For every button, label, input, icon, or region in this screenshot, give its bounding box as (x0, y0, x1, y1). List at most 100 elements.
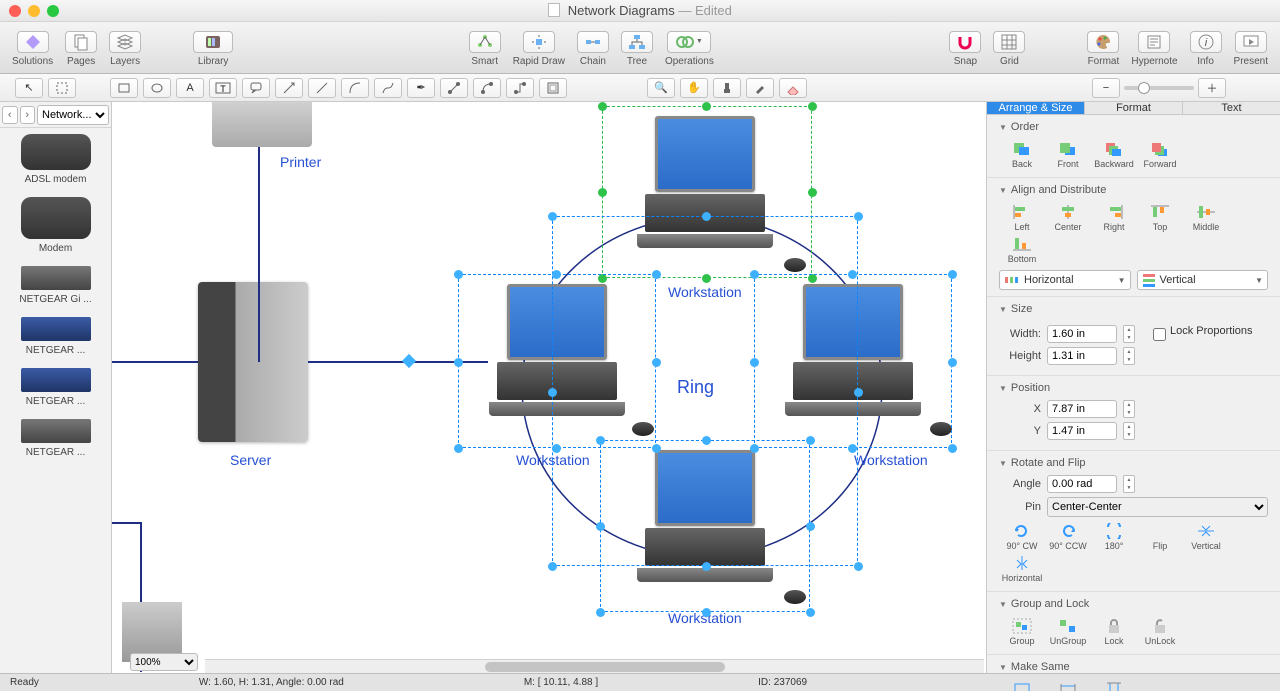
printer-node[interactable] (212, 102, 312, 147)
shape-list[interactable]: ADSL modem Modem NETGEAR Gi ... NETGEAR … (0, 128, 111, 673)
lock-button[interactable]: Lock (1091, 616, 1137, 648)
tree-button[interactable]: Tree (615, 29, 659, 67)
connector2-tool[interactable] (473, 78, 501, 98)
lock-proportions-checkbox[interactable] (1153, 328, 1166, 341)
container-tool[interactable] (539, 78, 567, 98)
arrow-tool[interactable] (275, 78, 303, 98)
format-button[interactable]: Format (1081, 29, 1125, 67)
rapid-draw-button[interactable]: Rapid Draw (507, 29, 571, 67)
angle-field[interactable] (1047, 475, 1117, 493)
window-controls[interactable] (9, 5, 59, 17)
order-forward-button[interactable]: Forward (1137, 139, 1183, 171)
shape-modem[interactable]: Modem (0, 197, 111, 254)
height-field[interactable] (1047, 347, 1117, 365)
drawing-canvas[interactable]: Printer Server Ring Workstation Workstat… (112, 102, 986, 673)
callout-tool[interactable] (242, 78, 270, 98)
server-node[interactable] (198, 282, 308, 442)
library-selector[interactable]: Network... (37, 105, 109, 125)
connector1-tool[interactable] (440, 78, 468, 98)
align-top-button[interactable]: Top (1137, 202, 1183, 234)
rotate-ccw-button[interactable]: 90° CCW (1045, 521, 1091, 553)
arc-tool[interactable] (341, 78, 369, 98)
align-left-button[interactable]: Left (999, 202, 1045, 234)
minimize-window-button[interactable] (28, 5, 40, 17)
rect-tool[interactable] (110, 78, 138, 98)
layers-button[interactable]: Layers (103, 29, 147, 67)
stamp-tool[interactable] (713, 78, 741, 98)
order-back-button[interactable]: Back (999, 139, 1045, 171)
zoom-level-select[interactable]: 100% (130, 653, 198, 671)
height-stepper[interactable]: ▲▼ (1123, 347, 1135, 365)
marquee-tool[interactable] (48, 78, 76, 98)
zoom-tool[interactable]: 🔍 (647, 78, 675, 98)
solutions-button[interactable]: Solutions (6, 29, 59, 67)
horizontal-scrollbar[interactable] (205, 659, 984, 673)
shape-adsl-modem[interactable]: ADSL modem (0, 134, 111, 185)
text-tool[interactable]: A (176, 78, 204, 98)
library-forward-button[interactable]: › (20, 106, 36, 124)
library-back-button[interactable]: ‹ (2, 106, 18, 124)
pin-select[interactable]: Center-Center (1047, 497, 1268, 517)
operations-button[interactable]: ▼Operations (659, 29, 720, 67)
same-size-button[interactable]: Size (999, 679, 1045, 691)
zoom-slider[interactable] (1124, 86, 1194, 90)
grid-button[interactable]: Grid (987, 29, 1031, 67)
width-field[interactable] (1047, 325, 1117, 343)
x-field[interactable] (1047, 400, 1117, 418)
library-button[interactable]: Library (187, 29, 239, 67)
align-bottom-button[interactable]: Bottom (999, 234, 1045, 266)
pointer-tool[interactable]: ↖ (15, 78, 43, 98)
align-right-button[interactable]: Right (1091, 202, 1137, 234)
same-height-button[interactable]: Height (1091, 679, 1137, 691)
y-field[interactable] (1047, 422, 1117, 440)
present-button[interactable]: Present (1228, 29, 1274, 67)
ungroup-button[interactable]: UnGroup (1045, 616, 1091, 648)
connector3-tool[interactable] (506, 78, 534, 98)
align-center-button[interactable]: Center (1045, 202, 1091, 234)
rotate-cw-button[interactable]: 90° CW (999, 521, 1045, 553)
zoom-in-button[interactable]: ＋ (1198, 78, 1226, 98)
smart-button[interactable]: Smart (463, 29, 507, 67)
rotate-180-button[interactable]: 180° (1091, 521, 1137, 553)
eraser-tool[interactable] (779, 78, 807, 98)
tab-format[interactable]: Format (1085, 102, 1183, 114)
shape-netgear-2[interactable]: NETGEAR ... (0, 317, 111, 356)
ellipse-tool[interactable] (143, 78, 171, 98)
close-window-button[interactable] (9, 5, 21, 17)
distribute-horizontal-select[interactable]: Horizontal▼ (999, 270, 1131, 290)
hypernote-button[interactable]: Hypernote (1125, 29, 1183, 67)
window-title: Network Diagrams — Edited (0, 3, 1280, 18)
same-width-button[interactable]: Width (1045, 679, 1091, 691)
pen-tool[interactable]: ✒ (407, 78, 435, 98)
tab-text[interactable]: Text (1183, 102, 1280, 114)
hand-tool[interactable]: ✋ (680, 78, 708, 98)
flip-vertical-button[interactable]: Vertical (1183, 521, 1229, 553)
shape-netgear-gi[interactable]: NETGEAR Gi ... (0, 266, 111, 305)
snap-button[interactable]: Snap (943, 29, 987, 67)
flip-horizontal-button[interactable]: Horizontal (999, 553, 1045, 585)
align-middle-button[interactable]: Middle (1183, 202, 1229, 234)
tab-arrange[interactable]: Arrange & Size (987, 102, 1085, 114)
info-button[interactable]: iInfo (1184, 29, 1228, 67)
eyedropper-tool[interactable] (746, 78, 774, 98)
angle-stepper[interactable]: ▲▼ (1123, 475, 1135, 493)
order-front-button[interactable]: Front (1045, 139, 1091, 171)
chain-button[interactable]: Chain (571, 29, 615, 67)
line-tool[interactable] (308, 78, 336, 98)
zoom-window-button[interactable] (47, 5, 59, 17)
width-stepper[interactable]: ▲▼ (1123, 325, 1135, 343)
pages-button[interactable]: Pages (59, 29, 103, 67)
selection-right (754, 274, 952, 448)
shape-netgear-3[interactable]: NETGEAR ... (0, 368, 111, 407)
spline-tool[interactable] (374, 78, 402, 98)
textbox-tool[interactable]: T (209, 78, 237, 98)
zoom-out-button[interactable]: − (1092, 78, 1120, 98)
unlock-button[interactable]: UnLock (1137, 616, 1183, 648)
group-button[interactable]: Group (999, 616, 1045, 648)
rapid-draw-icon (530, 33, 548, 51)
order-backward-button[interactable]: Backward (1091, 139, 1137, 171)
x-stepper[interactable]: ▲▼ (1123, 400, 1135, 418)
shape-netgear-4[interactable]: NETGEAR ... (0, 419, 111, 458)
y-stepper[interactable]: ▲▼ (1123, 422, 1135, 440)
distribute-vertical-select[interactable]: Vertical▼ (1137, 270, 1269, 290)
